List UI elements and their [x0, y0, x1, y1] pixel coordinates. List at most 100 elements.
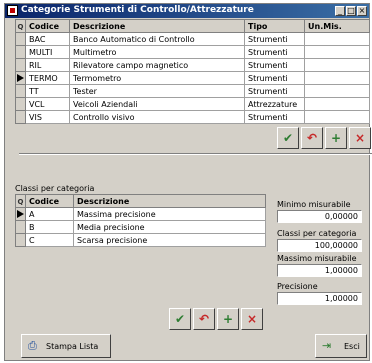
- cell-unmis[interactable]: [304, 97, 370, 111]
- table-row-selected[interactable]: A Massima precisione: [15, 207, 266, 221]
- precisione-label: Precisione: [277, 282, 318, 291]
- undo-button[interactable]: ↶: [193, 308, 215, 330]
- cell-codice[interactable]: RIL: [25, 58, 70, 72]
- minimo-label: Minimo misurabile: [277, 200, 351, 209]
- classes-section-label: Classi per categoria: [15, 184, 95, 193]
- cell-descrizione[interactable]: Scarsa precisione: [73, 233, 266, 247]
- undo-icon: ↶: [306, 131, 318, 145]
- table-row[interactable]: B Media precisione: [15, 220, 266, 234]
- delete-icon: ×: [354, 131, 366, 145]
- column-header-tipo[interactable]: Tipo: [244, 19, 305, 33]
- categories-header-row: Q Codice Descrizione Tipo Un.Mis.: [15, 19, 370, 33]
- categories-table[interactable]: Q Codice Descrizione Tipo Un.Mis. BAC Ba…: [15, 19, 370, 124]
- precisione-field[interactable]: 1,00000: [277, 292, 362, 305]
- window-title: Categorie Strumenti di Controllo/Attrezz…: [21, 5, 254, 15]
- column-header-descrizione[interactable]: Descrizione: [69, 19, 245, 33]
- add-button[interactable]: +: [325, 127, 347, 149]
- cell-unmis[interactable]: [304, 71, 370, 85]
- row-indicator: [15, 220, 26, 234]
- esci-label: Esci: [344, 342, 360, 351]
- cell-unmis[interactable]: [304, 110, 370, 124]
- table-row[interactable]: C Scarsa precisione: [15, 233, 266, 247]
- esci-button[interactable]: ⇥ Esci: [315, 334, 367, 358]
- cell-codice[interactable]: C: [25, 233, 74, 247]
- add-icon: +: [330, 131, 342, 145]
- cell-descrizione[interactable]: Controllo visivo: [69, 110, 245, 124]
- current-row-arrow-icon: [15, 207, 26, 221]
- cell-unmis[interactable]: [304, 58, 370, 72]
- table-row[interactable]: BAC Banco Automatico di Controllo Strume…: [15, 32, 370, 46]
- title-bar: Categorie Strumenti di Controllo/Attrezz…: [5, 4, 369, 18]
- filter-icon[interactable]: Q: [15, 19, 26, 33]
- stampa-lista-label: Stampa Lista: [46, 342, 99, 351]
- table-row[interactable]: MULTI Multimetro Strumenti: [15, 45, 370, 59]
- row-indicator: [15, 45, 26, 59]
- exit-icon: ⇥: [322, 339, 332, 352]
- massimo-field[interactable]: 1,00000: [277, 264, 362, 277]
- cell-tipo[interactable]: Strumenti: [244, 58, 305, 72]
- stampa-lista-button[interactable]: ⎙ Stampa Lista: [21, 334, 111, 358]
- confirm-button[interactable]: ✔: [277, 127, 299, 149]
- cell-descrizione[interactable]: Banco Automatico di Controllo: [69, 32, 245, 46]
- cell-unmis[interactable]: [304, 32, 370, 46]
- row-indicator: [15, 110, 26, 124]
- delete-button[interactable]: ×: [241, 308, 263, 330]
- column-header-unmis[interactable]: Un.Mis.: [304, 19, 370, 33]
- main-window: Categorie Strumenti di Controllo/Attrezz…: [4, 3, 372, 361]
- massimo-label: Massimo misurabile: [277, 254, 357, 263]
- table-row-selected[interactable]: TERMO Termometro Strumenti: [15, 71, 370, 85]
- cell-codice[interactable]: B: [25, 220, 74, 234]
- cell-codice[interactable]: VCL: [25, 97, 70, 111]
- column-header-codice[interactable]: Codice: [25, 19, 70, 33]
- column-header-descrizione[interactable]: Descrizione: [73, 194, 266, 208]
- cell-codice[interactable]: MULTI: [25, 45, 70, 59]
- check-icon: ✔: [282, 131, 294, 145]
- column-header-codice[interactable]: Codice: [25, 194, 74, 208]
- filter-icon[interactable]: Q: [15, 194, 26, 208]
- cell-tipo[interactable]: Strumenti: [244, 32, 305, 46]
- confirm-button[interactable]: ✔: [169, 308, 191, 330]
- section-divider: [19, 153, 372, 155]
- table-row[interactable]: RIL Rilevatore campo magnetico Strumenti: [15, 58, 370, 72]
- cell-codice[interactable]: A: [25, 207, 74, 221]
- cell-descrizione[interactable]: Veicoli Aziendali: [69, 97, 245, 111]
- cell-tipo[interactable]: Strumenti: [244, 84, 305, 98]
- delete-button[interactable]: ×: [349, 127, 371, 149]
- add-icon: +: [222, 312, 234, 326]
- cell-codice[interactable]: TT: [25, 84, 70, 98]
- cell-descrizione[interactable]: Media precisione: [73, 220, 266, 234]
- undo-button[interactable]: ↶: [301, 127, 323, 149]
- printer-icon: ⎙: [28, 339, 37, 352]
- row-indicator: [15, 32, 26, 46]
- app-icon: [7, 5, 18, 16]
- cell-codice[interactable]: BAC: [25, 32, 70, 46]
- cell-tipo[interactable]: Strumenti: [244, 45, 305, 59]
- cell-tipo[interactable]: Attrezzature: [244, 97, 305, 111]
- cell-codice[interactable]: TERMO: [25, 71, 70, 85]
- row-indicator: [15, 97, 26, 111]
- cell-codice[interactable]: VIS: [25, 110, 70, 124]
- table-row[interactable]: VCL Veicoli Aziendali Attrezzature: [15, 97, 370, 111]
- table-row[interactable]: VIS Controllo visivo Strumenti: [15, 110, 370, 124]
- row-indicator: [15, 58, 26, 72]
- check-icon: ✔: [174, 312, 186, 326]
- minimize-button[interactable]: _: [335, 6, 345, 16]
- maximize-button[interactable]: □: [346, 6, 356, 16]
- classes-table[interactable]: Q Codice Descrizione A Massima precision…: [15, 194, 266, 247]
- cell-descrizione[interactable]: Tester: [69, 84, 245, 98]
- classi-field[interactable]: 100,00000: [277, 239, 362, 252]
- cell-tipo[interactable]: Strumenti: [244, 71, 305, 85]
- table-row[interactable]: TT Tester Strumenti: [15, 84, 370, 98]
- delete-icon: ×: [246, 312, 258, 326]
- cell-descrizione[interactable]: Rilevatore campo magnetico: [69, 58, 245, 72]
- cell-descrizione[interactable]: Massima precisione: [73, 207, 266, 221]
- minimo-field[interactable]: 0,00000: [277, 210, 362, 223]
- cell-unmis[interactable]: [304, 84, 370, 98]
- close-button[interactable]: ×: [357, 6, 367, 16]
- cell-unmis[interactable]: [304, 45, 370, 59]
- current-row-arrow-icon: [15, 71, 26, 85]
- cell-descrizione[interactable]: Multimetro: [69, 45, 245, 59]
- add-button[interactable]: +: [217, 308, 239, 330]
- cell-tipo[interactable]: Strumenti: [244, 110, 305, 124]
- cell-descrizione[interactable]: Termometro: [69, 71, 245, 85]
